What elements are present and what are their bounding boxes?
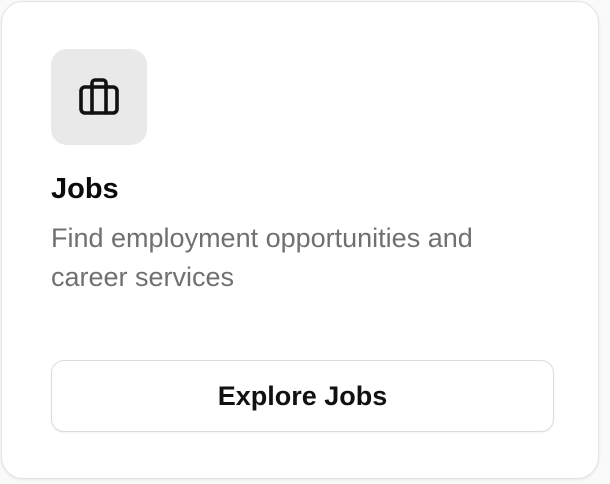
explore-jobs-button[interactable]: Explore Jobs: [51, 360, 554, 432]
briefcase-icon: [79, 78, 119, 115]
card-description: Find employment opportunities and career…: [51, 223, 473, 292]
card-title: Jobs: [51, 173, 119, 205]
jobs-card: Jobs Find employment opportunities and c…: [1, 1, 599, 479]
icon-tile: [51, 49, 147, 145]
